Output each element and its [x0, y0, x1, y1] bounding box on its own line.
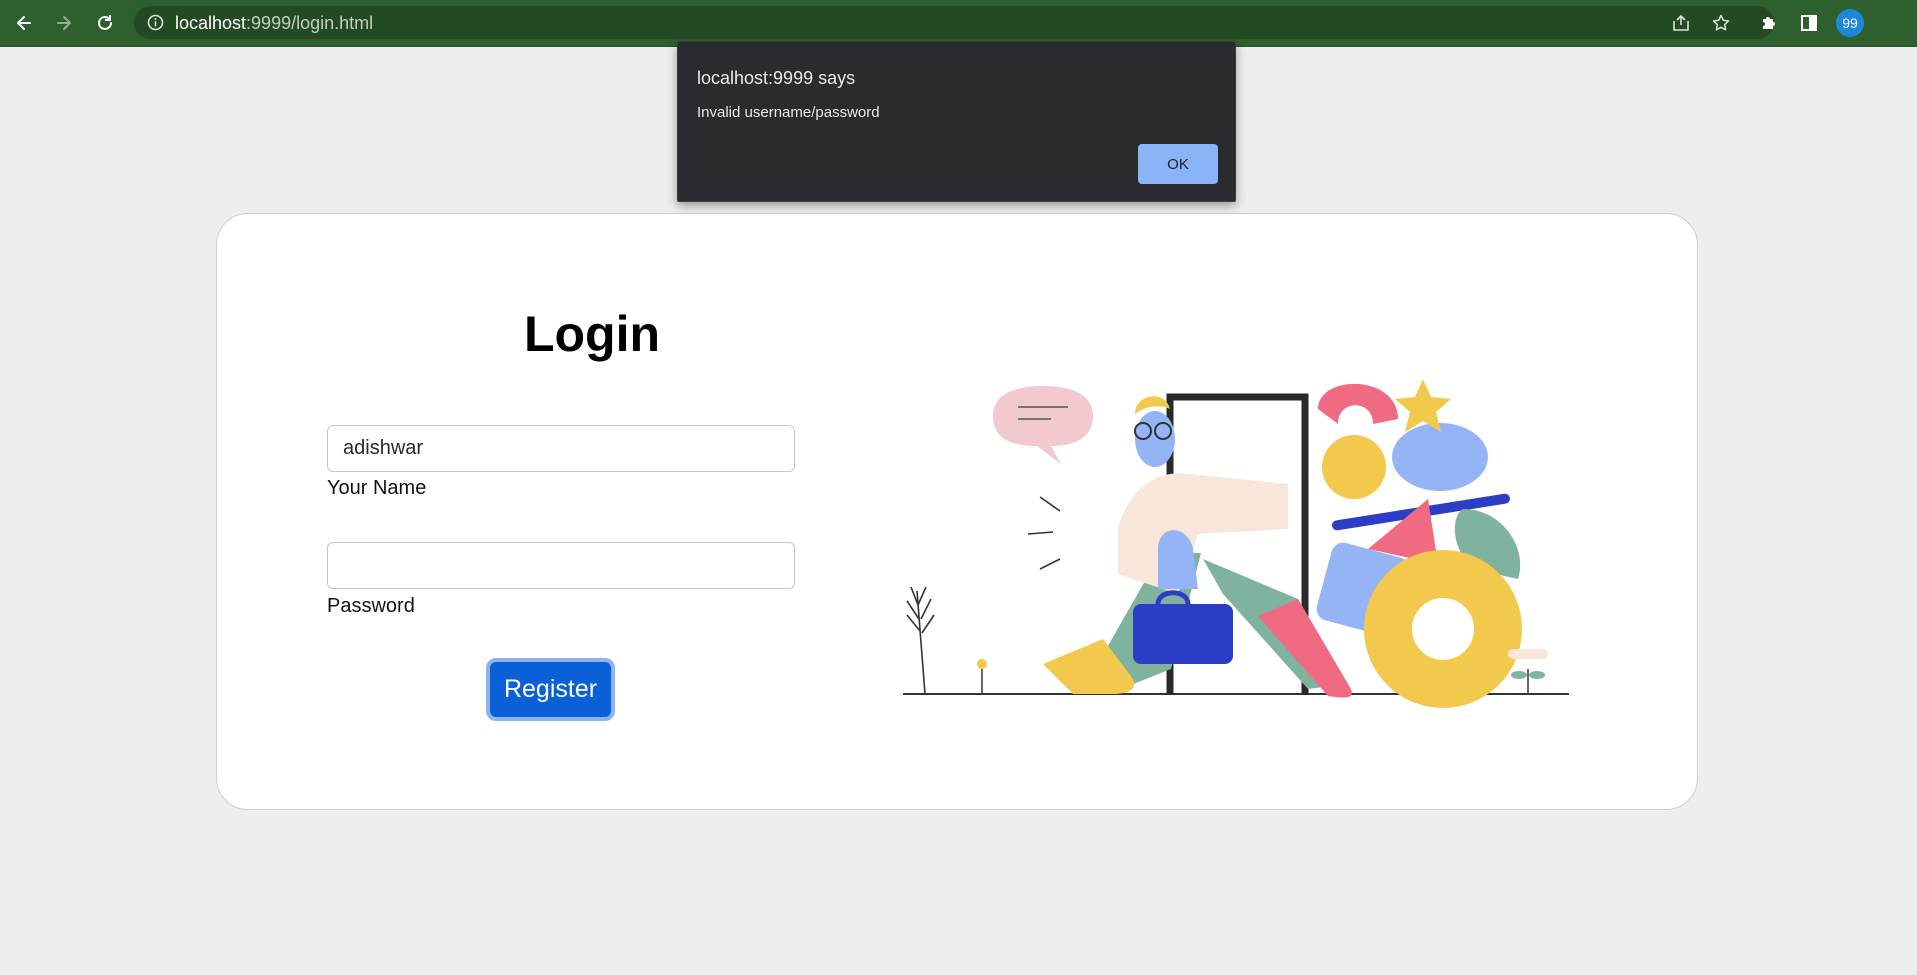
forward-button[interactable]	[50, 9, 78, 37]
forward-arrow-icon	[57, 16, 71, 30]
side-panel-icon	[1801, 15, 1817, 31]
flower-dot	[977, 659, 987, 669]
reload-button[interactable]	[91, 9, 119, 37]
back-button[interactable]	[10, 9, 38, 37]
alert-dialog: localhost:9999 says Invalid username/pas…	[677, 41, 1236, 202]
page-title: Login	[523, 306, 661, 362]
side-panel-button[interactable]	[1795, 9, 1823, 37]
back-arrow-icon	[17, 16, 31, 30]
address-bar[interactable]: localhost:9999/login.html	[134, 6, 1774, 39]
share-icon[interactable]	[1671, 13, 1691, 33]
speech-bubble-icon	[993, 386, 1093, 464]
info-icon[interactable]	[147, 14, 164, 31]
url-path: :9999/login.html	[246, 13, 374, 33]
star-icon[interactable]	[1711, 13, 1731, 33]
register-button[interactable]: Register	[486, 658, 615, 721]
password-input[interactable]	[327, 542, 795, 589]
password-label: Password	[327, 595, 415, 617]
geometric-shapes	[1316, 379, 1548, 708]
username-input[interactable]	[327, 425, 795, 472]
username-label: Your Name	[327, 477, 427, 499]
url-host: localhost	[175, 13, 247, 33]
extensions-button[interactable]	[1755, 9, 1783, 37]
reload-icon	[98, 15, 112, 30]
login-card: Login Your Name Password Register	[216, 213, 1698, 810]
plant-left-icon	[906, 586, 935, 695]
url-text: localhost:9999/login.html	[175, 13, 373, 33]
motion-lines	[1027, 496, 1061, 570]
profile-avatar[interactable]: 99	[1836, 9, 1864, 37]
alert-message: Invalid username/password	[697, 104, 880, 121]
login-illustration	[903, 379, 1569, 708]
puzzle-icon	[1763, 17, 1775, 29]
alert-ok-button[interactable]: OK	[1138, 144, 1218, 184]
alert-title: localhost:9999 says	[697, 68, 856, 88]
browser-toolbar: localhost:9999/login.html 99	[0, 0, 1917, 47]
